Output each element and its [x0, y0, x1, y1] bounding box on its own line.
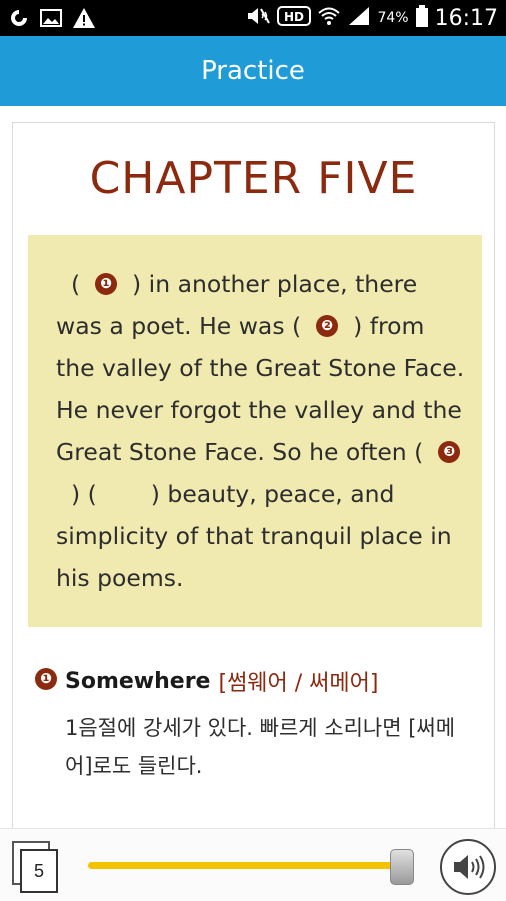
- note-marker: ❶: [35, 668, 57, 690]
- warning-icon: [72, 7, 96, 29]
- passage-segment: ) beauty, peace, and simplicity of that …: [56, 480, 452, 592]
- vocabulary-note: ❶ Somewhere [썸웨어 / 써메어] 1음절에 강세가 있다. 빠르게…: [35, 665, 475, 785]
- image-icon: [40, 8, 62, 28]
- hd-icon: HD: [277, 5, 312, 31]
- blank-3-marker[interactable]: ❸: [438, 440, 461, 463]
- wifi-icon: [317, 5, 341, 31]
- page-number: 5: [20, 849, 58, 893]
- page-count-button[interactable]: 5: [12, 841, 58, 893]
- note-pronunciation: [썸웨어 / 써메어]: [218, 671, 379, 696]
- chapter-title: CHAPTER FIVE: [89, 153, 418, 204]
- notification-app-icon: [8, 7, 30, 29]
- slider-thumb[interactable]: [390, 849, 414, 885]
- note-header: ❶ Somewhere [썸웨어 / 써메어]: [35, 665, 475, 697]
- battery-icon: [415, 4, 429, 32]
- blank-1-marker[interactable]: ❶: [95, 272, 118, 295]
- bottom-bar: 5: [0, 828, 506, 901]
- speaker-button[interactable]: [440, 839, 496, 895]
- svg-text:HD: HD: [284, 10, 304, 24]
- battery-percent: 74%: [377, 10, 409, 26]
- progress-slider[interactable]: [88, 849, 418, 885]
- passage-text: ( ❶ ) in another place, there was a poet…: [56, 263, 466, 599]
- blank-2-marker[interactable]: ❷: [316, 314, 339, 337]
- app-bar: Practice: [0, 36, 506, 106]
- passage-segment: ) (: [70, 480, 97, 508]
- status-bar: HD 74% 16:17: [0, 0, 506, 36]
- passage-box: ( ❶ ) in another place, there was a poet…: [28, 235, 482, 627]
- signal-icon: [347, 5, 371, 31]
- passage-segment: (: [70, 270, 81, 298]
- slider-track: [88, 862, 402, 869]
- content-card: CHAPTER FIVE ( ❶ ) in another place, the…: [12, 122, 495, 844]
- speaker-icon: [454, 855, 485, 879]
- note-body: 1음절에 강세가 있다. 빠르게 소리나면 [써메어]로도 들린다.: [65, 716, 456, 778]
- clock: 16:17: [434, 5, 498, 31]
- app-bar-title: Practice: [201, 56, 305, 86]
- mute-icon: [245, 5, 271, 31]
- note-word: Somewhere: [65, 668, 211, 694]
